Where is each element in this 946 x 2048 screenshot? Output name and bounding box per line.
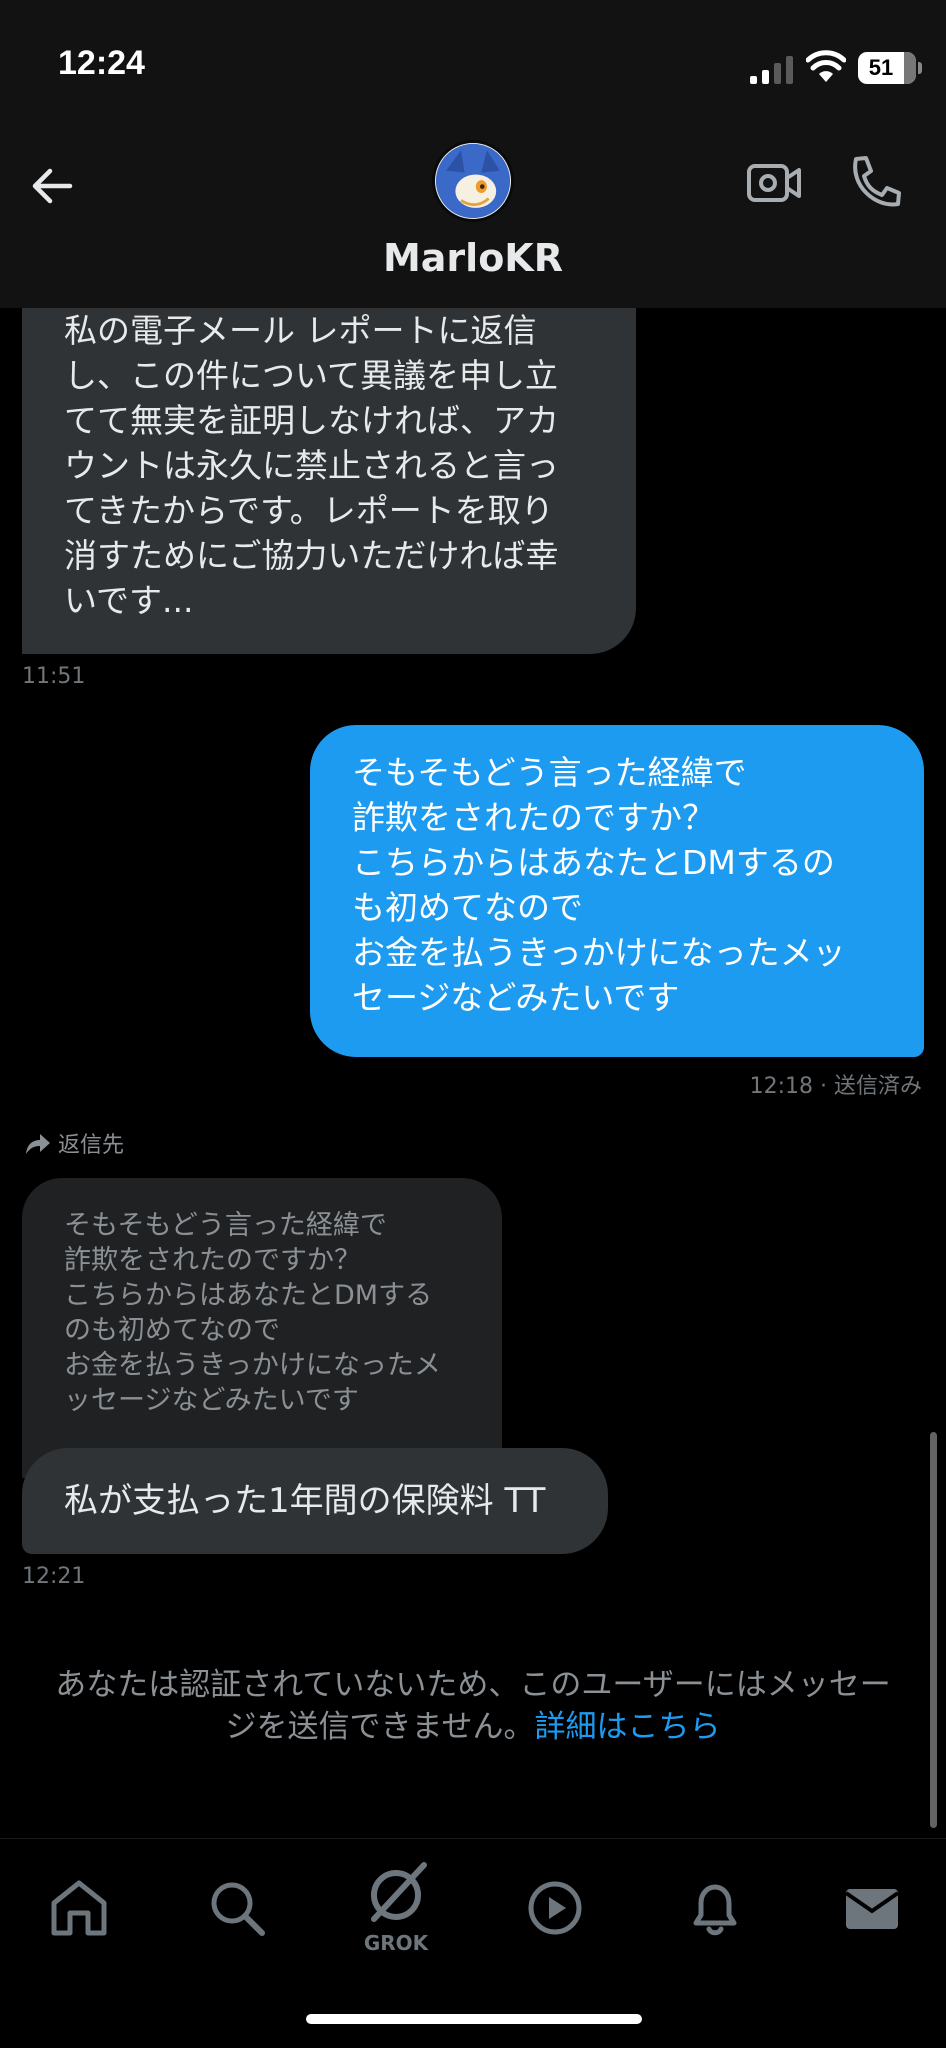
home-icon — [51, 1880, 107, 1936]
notice-text: あなたは認証されていないため、このユーザーにはメッセー ジを送信できません。 — [55, 1667, 891, 1745]
message-text: 私が支払った1年間の保険料 TT — [64, 1481, 546, 1521]
home-indicator[interactable] — [306, 2014, 642, 2024]
quoted-text: そもそもどう言った経緯で 詐欺をされたのですか？ こちらからはあなたとDMする … — [64, 1210, 441, 1416]
learn-more-link[interactable]: 詳細はこちら — [535, 1709, 721, 1745]
phone-call-icon[interactable] — [846, 154, 902, 212]
message-timestamp: 12:21 — [22, 1564, 86, 1589]
battery-tip — [918, 62, 922, 74]
back-arrow-icon[interactable] — [28, 162, 76, 210]
tab-messages[interactable] — [836, 1873, 906, 1953]
reply-label: 返信先 — [58, 1133, 125, 1158]
cellular-signal-icon — [750, 56, 793, 84]
tab-search[interactable] — [202, 1873, 272, 1953]
video-call-icon[interactable] — [746, 158, 802, 208]
conversation-header: MarloKR — [0, 140, 946, 308]
play-video-icon — [528, 1881, 582, 1935]
reply-arrow-icon — [26, 1134, 50, 1154]
status-time: 12:24 — [58, 44, 145, 82]
wifi-icon — [806, 50, 846, 82]
battery-icon: 51 — [858, 52, 916, 84]
incoming-message-bubble[interactable]: 私が支払った1年間の保険料 TT — [22, 1448, 608, 1554]
contact-name[interactable]: MarloKR — [0, 236, 946, 280]
scrollbar[interactable] — [930, 1432, 937, 1828]
tab-video[interactable] — [520, 1873, 590, 1953]
tab-notifications[interactable] — [680, 1873, 750, 1953]
avatar[interactable] — [432, 140, 514, 222]
notifications-bell-icon — [693, 1884, 737, 1936]
battery-level: 51 — [868, 55, 894, 80]
quoted-message[interactable]: そもそもどう言った経緯で 詐欺をされたのですか？ こちらからはあなたとDMする … — [22, 1178, 502, 1478]
mail-icon — [844, 1889, 900, 1929]
message-timestamp: 12:18 · 送信済み — [749, 1074, 922, 1099]
cannot-message-notice: あなたは認証されていないため、このユーザーにはメッセー ジを送信できません。詳細… — [20, 1664, 926, 1748]
grok-label: GROK — [363, 1931, 429, 1955]
message-timestamp: 11:51 — [22, 664, 86, 689]
tab-home[interactable] — [44, 1873, 114, 1953]
search-icon — [211, 1882, 265, 1936]
reply-indicator: 返信先 — [22, 1127, 124, 1159]
incoming-message-bubble[interactable]: 私の電子メール レポートに返信 し、この件について異議を申し立 てて無実を証明し… — [22, 290, 636, 654]
status-bar: 12:24 51 — [0, 0, 946, 140]
outgoing-message-bubble[interactable]: そもそもどう言った経緯で 詐欺をされたのですか？ こちらからはあなたとDMするの… — [310, 725, 924, 1057]
grok-icon — [371, 1862, 427, 1922]
message-text: 私の電子メール レポートに返信 し、この件について異議を申し立 てて無実を証明し… — [64, 311, 559, 620]
message-text: そもそもどう言った経緯で 詐欺をされたのですか？ こちらからはあなたとDMするの… — [352, 753, 846, 1017]
tab-grok[interactable]: GROK — [356, 1857, 436, 1967]
